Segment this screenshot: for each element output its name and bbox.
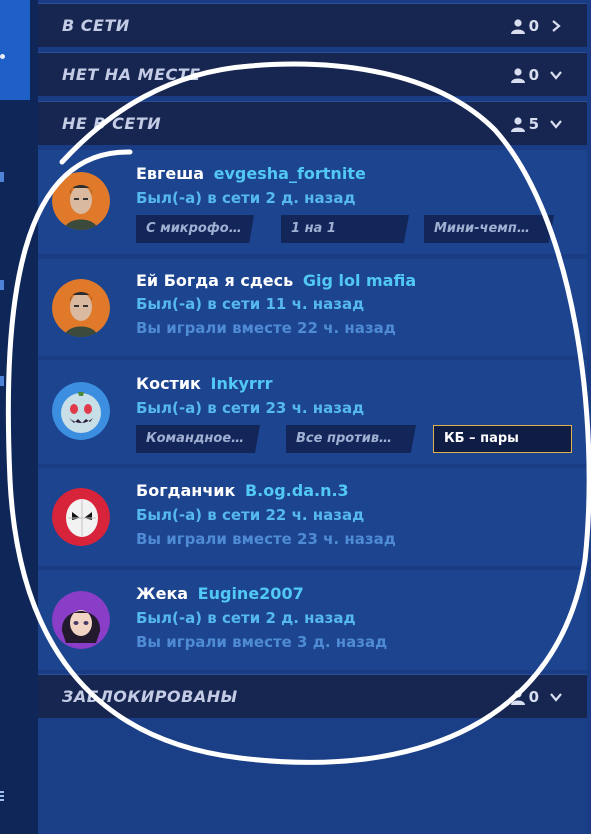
played-together-status: Вы играли вместе 22 ч. назад (136, 319, 396, 337)
person-icon (510, 18, 525, 34)
game-mode-chip[interactable]: Все против… (286, 425, 416, 453)
section-count-value: 0 (528, 688, 539, 706)
last-online-status: Был(-а) в сети 2 д. назад (136, 609, 356, 627)
person-icon (510, 116, 525, 132)
friend-row[interactable]: Богданчик B.og.da.n.3 Был(-а) в сети 22 … (38, 468, 587, 566)
chevron-down-icon (550, 71, 562, 80)
menu-icon[interactable] (0, 791, 4, 801)
last-online-status: Был(-а) в сети 22 ч. назад (136, 506, 365, 524)
person-icon (510, 689, 525, 705)
friend-row[interactable]: Костик Inkyrrr Был(-а) в сети 23 ч. наза… (38, 360, 587, 464)
section-count-value: 5 (528, 115, 539, 133)
chevron-right-icon (552, 20, 561, 32)
game-mode-chip[interactable]: Командное… (136, 425, 260, 453)
epic-id: evgesha_fortnite (213, 164, 366, 183)
section-offline-header[interactable]: НЕ В СЕТИ 5 (38, 101, 587, 145)
nav-dot-icon (0, 54, 5, 59)
played-together-status: Вы играли вместе 3 д. назад (136, 633, 388, 651)
game-mode-chip-selected[interactable]: КБ – пары (433, 425, 572, 453)
friend-row[interactable]: Жека Eugine2007 Был(-а) в сети 2 д. наза… (38, 570, 587, 670)
panel-empty-area (38, 718, 587, 834)
soldier-avatar-icon (52, 172, 110, 230)
friends-panel: В СЕТИ 0 НЕТ НА МЕСТЕ 0 НЕ В СЕТИ 5 Евге… (38, 0, 587, 834)
section-away-header[interactable]: НЕТ НА МЕСТЕ 0 (38, 52, 587, 96)
pumpkin-avatar-icon (52, 382, 110, 440)
epic-id: Inkyrrr (210, 374, 273, 393)
left-nav-rail (0, 0, 38, 834)
spider-avatar-icon (52, 488, 110, 546)
nav-edge-icon[interactable] (0, 376, 4, 386)
epic-id: Eugine2007 (197, 584, 304, 603)
display-name: Ей Богда я сдесь (136, 271, 294, 290)
section-title: В СЕТИ (62, 16, 130, 35)
section-count: 0 (510, 16, 563, 36)
friend-row[interactable]: Ей Богда я сдесь Gig lol mafia Был(-а) в… (38, 259, 587, 356)
friend-name: Жека Eugine2007 (136, 584, 304, 603)
nav-edge-icon[interactable] (0, 172, 4, 182)
display-name: Жека (136, 584, 189, 603)
game-mode-chip[interactable]: 1 на 1 (281, 215, 409, 243)
section-count-value: 0 (528, 17, 539, 35)
nav-edge-icon[interactable] (0, 280, 4, 290)
section-count: 5 (510, 114, 563, 134)
chevron-down-icon (550, 693, 562, 702)
section-online-header[interactable]: В СЕТИ 0 (38, 3, 587, 47)
friend-name: Евгеша evgesha_fortnite (136, 164, 366, 183)
friend-row[interactable]: Евгеша evgesha_fortnite Был(-а) в сети 2… (38, 150, 587, 254)
girl-avatar-icon (52, 591, 110, 649)
soldier-avatar-icon (52, 279, 110, 337)
game-mode-chip[interactable]: Мини-чемп… (424, 215, 554, 243)
section-count: 0 (510, 65, 563, 85)
friend-name: Богданчик B.og.da.n.3 (136, 481, 349, 500)
friend-name: Ей Богда я сдесь Gig lol mafia (136, 271, 416, 290)
section-title: НЕТ НА МЕСТЕ (62, 65, 201, 84)
section-count-value: 0 (528, 66, 539, 84)
active-nav-indicator[interactable] (0, 0, 30, 100)
played-together-status: Вы играли вместе 23 ч. назад (136, 530, 396, 548)
last-online-status: Был(-а) в сети 11 ч. назад (136, 295, 365, 313)
display-name: Евгеша (136, 164, 205, 183)
last-online-status: Был(-а) в сети 23 ч. назад (136, 399, 365, 417)
chevron-down-icon (550, 120, 562, 129)
section-title: ЗАБЛОКИРОВАНЫ (62, 687, 238, 706)
display-name: Богданчик (136, 481, 236, 500)
epic-id: Gig lol mafia (302, 271, 417, 290)
friend-name: Костик Inkyrrr (136, 374, 273, 393)
section-title: НЕ В СЕТИ (62, 114, 162, 133)
display-name: Костик (136, 374, 201, 393)
person-icon (510, 67, 525, 83)
game-mode-chip[interactable]: С микрофо… (136, 215, 254, 243)
epic-id: B.og.da.n.3 (244, 481, 349, 500)
last-online-status: Был(-а) в сети 2 д. назад (136, 189, 356, 207)
section-count: 0 (510, 687, 563, 707)
section-blocked-header[interactable]: ЗАБЛОКИРОВАНЫ 0 (38, 674, 587, 718)
